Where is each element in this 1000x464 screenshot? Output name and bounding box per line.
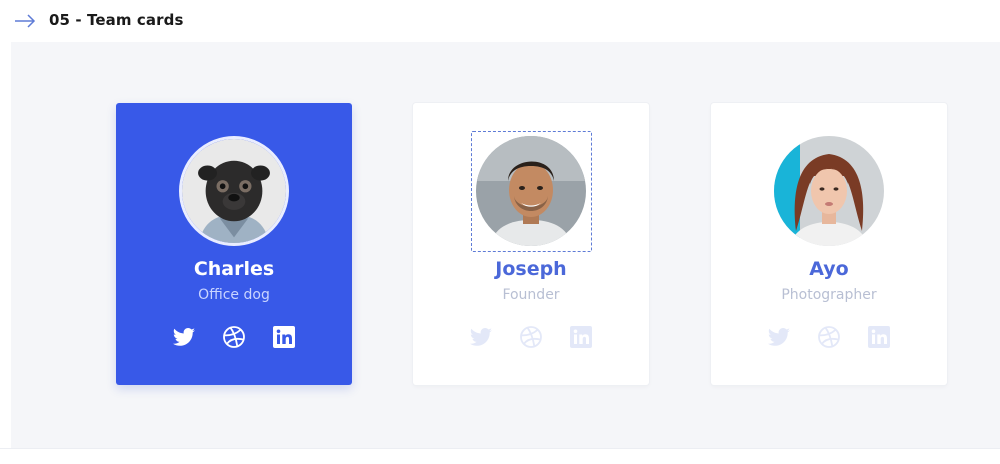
social-links (116, 325, 352, 353)
bottom-divider (0, 448, 1000, 464)
avatar-image-dog (182, 139, 286, 243)
twitter-icon[interactable] (172, 325, 196, 349)
member-name: Ayo (809, 258, 849, 280)
avatar (179, 136, 289, 246)
team-card-ayo[interactable]: Ayo Photographer (711, 103, 947, 385)
avatar-image-woman (774, 136, 884, 246)
linkedin-icon[interactable] (272, 325, 296, 349)
avatar (475, 135, 586, 246)
linkedin-icon[interactable] (569, 325, 593, 349)
dribbble-icon[interactable] (519, 325, 543, 349)
member-name: Charles (193, 258, 275, 280)
avatar (774, 136, 884, 246)
member-name: Joseph (495, 258, 567, 280)
member-role: Founder (502, 287, 560, 303)
avatar-frame-selected (471, 131, 592, 252)
social-links (711, 325, 947, 353)
avatar-frame (176, 133, 292, 249)
member-role: Office dog (198, 287, 270, 303)
avatar-frame (771, 133, 887, 249)
twitter-icon[interactable] (469, 325, 493, 349)
linkedin-icon[interactable] (867, 325, 891, 349)
arrow-right-icon (14, 12, 36, 30)
member-role: Photographer (781, 287, 877, 303)
dribbble-icon[interactable] (817, 325, 841, 349)
dribbble-icon[interactable] (222, 325, 246, 349)
social-links (413, 325, 649, 353)
page-title: 05 - Team cards (49, 11, 184, 29)
team-card-joseph[interactable]: Joseph Founder (413, 103, 649, 385)
team-card-charles[interactable]: Charles Office dog (116, 103, 352, 385)
twitter-icon[interactable] (767, 325, 791, 349)
section-header: 05 - Team cards (0, 0, 1000, 42)
avatar-image-man (475, 135, 586, 246)
